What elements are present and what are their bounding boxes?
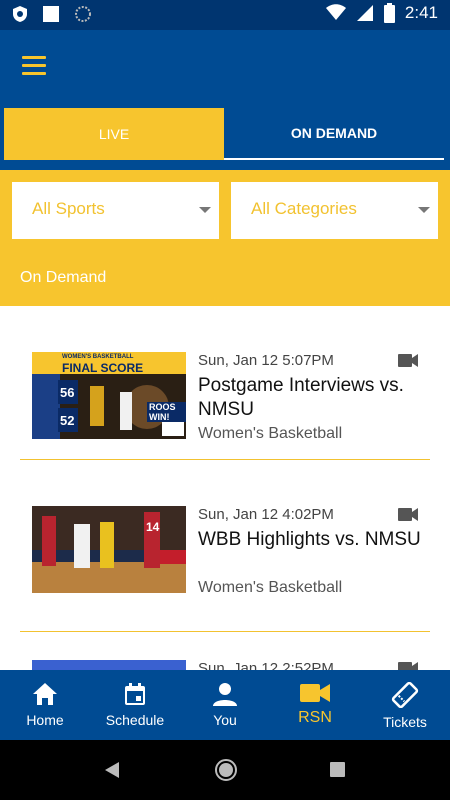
thumbnail-jersey-number: 14 <box>146 520 160 534</box>
nav-home[interactable]: Home <box>0 670 90 740</box>
dropdown-arrow-icon <box>418 207 430 213</box>
sport-filter-dropdown[interactable]: All Sports <box>12 182 219 239</box>
ticket-icon <box>391 682 419 708</box>
calendar-icon <box>125 683 145 705</box>
status-time: 2:41 <box>404 3 438 22</box>
status-bar: 2:41 <box>0 0 450 30</box>
circle-icon <box>75 6 91 22</box>
shield-icon <box>13 6 27 22</box>
video-thumbnail[interactable]: 14 <box>32 506 186 593</box>
video-item[interactable]: 14 Sun, Jan 12 4:02PM WBB Highlights vs.… <box>20 478 430 632</box>
video-category: Women's Basketball <box>198 579 343 596</box>
dropdown-arrow-icon <box>199 207 211 213</box>
video-item[interactable]: WOMEN'S BASKETBALL FINAL SCORE 56 52 ROO… <box>20 306 430 460</box>
nav-you[interactable]: You <box>180 670 270 740</box>
nav-schedule[interactable]: Schedule <box>90 670 180 740</box>
category-filter-dropdown[interactable]: All Categories <box>231 182 438 239</box>
video-thumbnail[interactable]: WOMEN'S BASKETBALL FINAL SCORE 56 52 ROO… <box>32 352 186 439</box>
square-icon <box>43 6 59 22</box>
thumbnail-score-home: 56 <box>60 385 75 400</box>
nav-rsn[interactable]: RSN <box>270 670 360 740</box>
battery-icon <box>383 3 395 23</box>
thumbnail-badge: ROOS WIN! <box>147 402 186 422</box>
video-camera-icon <box>398 354 418 367</box>
filter-panel: All Sports All Categories On Demand <box>0 170 450 306</box>
person-icon <box>213 683 237 706</box>
tab-live[interactable]: LIVE <box>4 108 224 160</box>
tab-on-demand[interactable]: ON DEMAND <box>224 108 444 160</box>
sport-filter-value: All Sports <box>32 199 105 218</box>
video-date: Sun, Jan 12 5:07PM <box>198 352 334 369</box>
video-thumbnail[interactable] <box>32 660 186 670</box>
category-filter-value: All Categories <box>251 199 357 218</box>
wifi-icon <box>325 4 346 20</box>
thumbnail-banner-big: FINAL SCORE <box>62 361 144 375</box>
nav-tickets[interactable]: Tickets <box>360 670 450 740</box>
bottom-navigation: Home Schedule You RSN Tickets <box>0 670 450 740</box>
home-icon <box>33 683 57 705</box>
tab-bar: LIVE ON DEMAND <box>4 108 444 160</box>
section-title: On Demand <box>20 269 107 286</box>
nav-rsn-label: RSN <box>298 709 332 726</box>
nav-you-label: You <box>213 712 237 728</box>
video-item[interactable]: Sun, Jan 12 2:52PM <box>20 632 430 670</box>
video-title[interactable]: Postgame Interviews vs. NMSU <box>198 374 428 422</box>
thumbnail-score-away: 52 <box>60 413 75 428</box>
video-camera-icon <box>398 662 418 670</box>
video-date: Sun, Jan 12 2:52PM <box>198 660 334 670</box>
nav-schedule-label: Schedule <box>105 712 165 728</box>
tab-bar-area: LIVE ON DEMAND <box>0 100 450 170</box>
thumbnail-banner-small: WOMEN'S BASKETBALL <box>62 354 134 360</box>
app-bar <box>0 30 450 100</box>
system-navigation-bar <box>0 740 450 800</box>
recents-icon[interactable] <box>329 761 346 778</box>
signal-icon <box>356 5 373 21</box>
app-screen: 2:41 LIVE ON DEMAND All Sports All Categ… <box>0 0 450 800</box>
back-icon[interactable] <box>103 760 121 780</box>
video-category: Women's Basketball <box>198 425 343 442</box>
nav-tickets-label: Tickets <box>383 714 427 730</box>
home-button-icon[interactable] <box>214 758 238 782</box>
video-camera-icon <box>300 684 330 702</box>
video-date: Sun, Jan 12 4:02PM <box>198 506 334 523</box>
video-camera-icon <box>398 508 418 521</box>
nav-home-label: Home <box>26 712 64 728</box>
video-title[interactable]: WBB Highlights vs. NMSU <box>198 528 428 552</box>
hamburger-menu-icon[interactable] <box>22 50 58 80</box>
video-list[interactable]: WOMEN'S BASKETBALL FINAL SCORE 56 52 ROO… <box>0 306 450 670</box>
